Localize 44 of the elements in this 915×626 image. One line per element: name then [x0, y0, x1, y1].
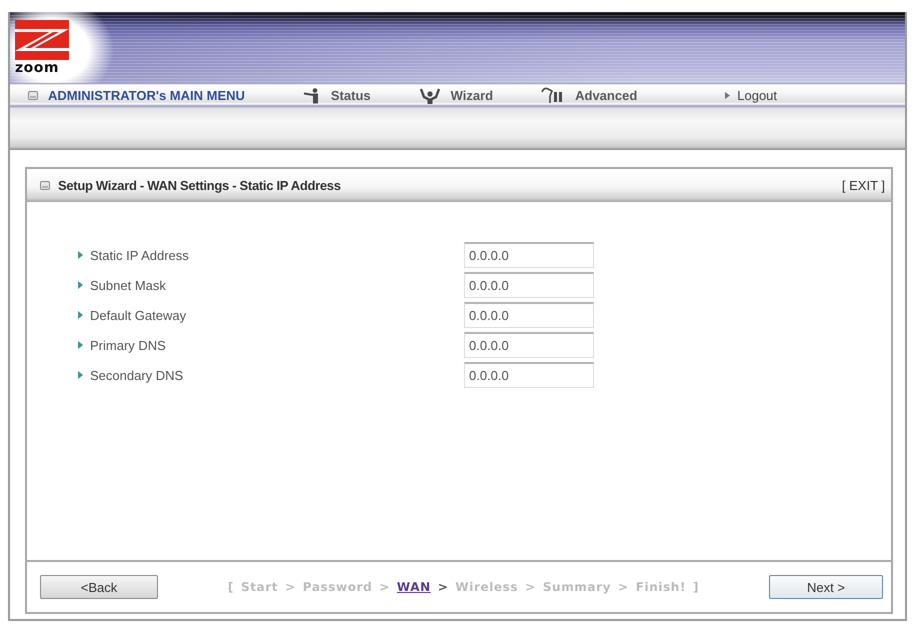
menu-item[interactable]: Wizard [418, 88, 494, 104]
step-separator: > [618, 580, 629, 594]
input-field[interactable]: 0.0.0.0 [464, 302, 594, 328]
triangle-icon [78, 341, 83, 349]
input-field[interactable]: 0.0.0.0 [464, 332, 594, 358]
triangle-icon [725, 92, 730, 99]
square-icon [40, 181, 50, 190]
bracket: [ [228, 580, 234, 594]
back-button[interactable]: <Back [40, 575, 158, 599]
field-label: Static IP Address [90, 248, 189, 262]
next-button[interactable]: Next > [769, 575, 883, 599]
triangle-icon [78, 311, 83, 319]
wizard-step: Start [240, 580, 278, 594]
step-separator: > [525, 580, 536, 594]
menu-title: ADMINISTRATOR's MAIN MENU [48, 88, 245, 103]
menu-item[interactable]: Status [302, 88, 371, 104]
bracket: ] [693, 580, 700, 594]
input-field[interactable]: 0.0.0.0 [464, 242, 594, 268]
logo-text: zoom [15, 61, 59, 76]
field-label: Secondary DNS [90, 368, 184, 382]
square-icon [28, 91, 38, 100]
wizard-step: Password [302, 580, 372, 594]
wizard-step: Wireless [455, 580, 518, 594]
step-separator: > [438, 580, 448, 594]
input-field[interactable]: 0.0.0.0 [464, 362, 594, 388]
wizard-step: Summary [542, 580, 612, 594]
person-icon [302, 88, 321, 104]
field-label: Subnet Mask [90, 278, 166, 292]
wizard-step: Finish! [636, 580, 686, 594]
menu-item[interactable]: Logout [725, 88, 778, 103]
triangle-icon [78, 371, 83, 379]
exit-link[interactable]: [ EXIT ] [842, 178, 885, 193]
triangle-icon [78, 251, 83, 259]
step-separator: > [285, 580, 296, 594]
wizard-step: WAN [396, 580, 431, 594]
menu-item[interactable]: Advanced [541, 87, 638, 104]
triangle-icon [78, 281, 83, 289]
logo-icon [15, 20, 69, 60]
field-label: Primary DNS [90, 338, 166, 352]
raised-arms-icon [418, 88, 441, 104]
panel-title: Setup Wizard - WAN Settings - Static IP Address [58, 178, 341, 193]
field-label: Default Gateway [90, 308, 186, 322]
input-field[interactable]: 0.0.0.0 [464, 272, 594, 298]
step-separator: > [379, 580, 390, 594]
